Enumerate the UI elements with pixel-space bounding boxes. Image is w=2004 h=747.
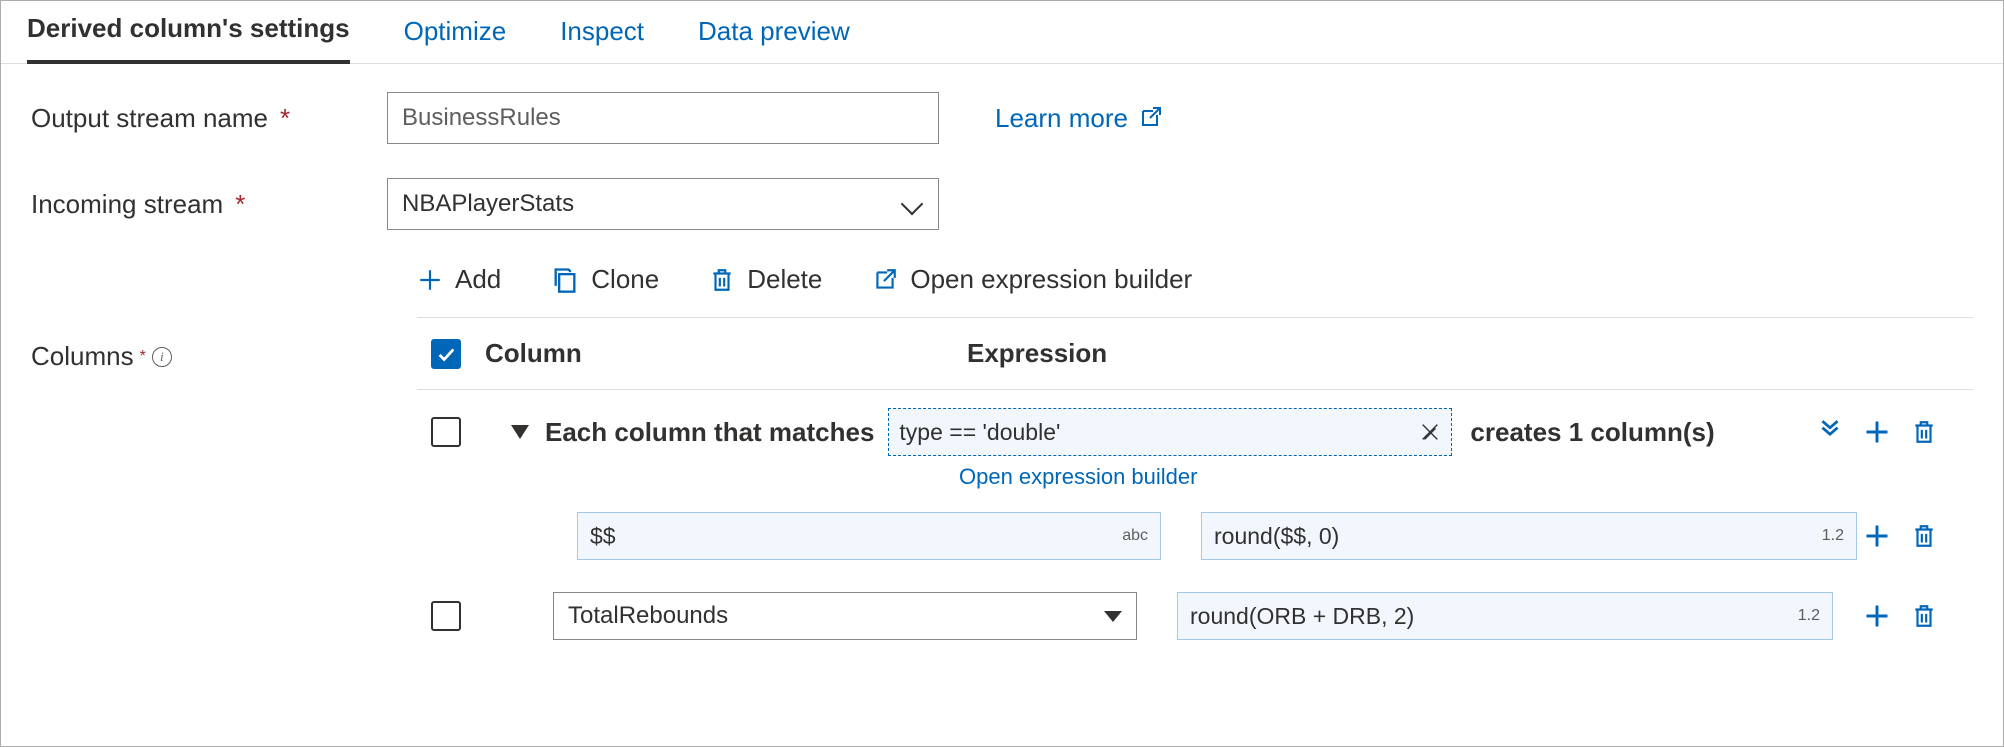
- pattern-column-name-input[interactable]: $$ abc: [577, 512, 1161, 560]
- expression-icon: [1419, 421, 1441, 443]
- tab-inspect[interactable]: Inspect: [560, 4, 644, 63]
- pattern-subrow-expression-value: round($$, 0): [1214, 523, 1339, 550]
- incoming-stream-select[interactable]: NBAPlayerStats: [387, 178, 939, 230]
- trash-icon[interactable]: [1911, 522, 1937, 550]
- output-stream-input[interactable]: [387, 92, 939, 144]
- columns-toolbar: Add Clone Delete Open expression builder: [417, 264, 1973, 295]
- type-hint-abc: abc: [1122, 527, 1148, 545]
- pattern-row: Each column that matches type == 'double…: [417, 390, 1973, 464]
- column-name-value: TotalRebounds: [568, 602, 728, 630]
- pattern-prefix: Each column that matches: [545, 417, 874, 448]
- row-expression-value: round(ORB + DRB, 2): [1190, 603, 1414, 630]
- label-output-stream: Output stream name *: [31, 103, 387, 134]
- add-button[interactable]: Add: [417, 264, 501, 295]
- column-row: TotalRebounds round(ORB + DRB, 2) 1.2: [417, 568, 1973, 640]
- tab-optimize[interactable]: Optimize: [404, 4, 507, 63]
- pattern-subrow: $$ abc round($$, 0) 1.2: [417, 504, 1973, 568]
- label-columns: Columns * i: [31, 341, 172, 372]
- row-checkbox[interactable]: [431, 417, 461, 447]
- row-output-stream: Output stream name * Learn more: [31, 92, 1973, 144]
- header-expression: Expression: [967, 338, 1107, 369]
- type-hint-num: 1.2: [1798, 607, 1820, 625]
- select-all-checkbox[interactable]: [431, 339, 461, 369]
- info-icon[interactable]: i: [152, 347, 172, 367]
- pattern-subrow-expression-input[interactable]: round($$, 0) 1.2: [1201, 512, 1857, 560]
- pattern-expression-input[interactable]: type == 'double': [888, 408, 1452, 456]
- row-actions: [1817, 418, 1973, 446]
- plus-icon: [417, 267, 443, 293]
- open-expression-builder-link[interactable]: Open expression builder: [959, 464, 1973, 490]
- label-incoming-stream-text: Incoming stream: [31, 189, 223, 220]
- checkmark-icon: [435, 343, 457, 365]
- plus-icon[interactable]: [1863, 418, 1891, 446]
- tab-data-preview[interactable]: Data preview: [698, 4, 850, 63]
- pattern-expression-value: type == 'double': [899, 419, 1060, 446]
- copy-icon: [551, 266, 579, 294]
- delete-button[interactable]: Delete: [709, 264, 822, 295]
- pattern-column-name-value: $$: [590, 523, 616, 550]
- columns-table: Column Expression Each column that match…: [417, 317, 1973, 640]
- row-actions: [1863, 522, 1973, 550]
- label-output-stream-text: Output stream name: [31, 103, 268, 134]
- learn-more-link[interactable]: Learn more: [995, 103, 1162, 134]
- plus-icon[interactable]: [1863, 602, 1891, 630]
- open-builder-button[interactable]: Open expression builder: [872, 264, 1192, 295]
- pattern-suffix: creates 1 column(s): [1470, 417, 1714, 448]
- caret-down-icon: [1104, 611, 1122, 622]
- plus-icon[interactable]: [1863, 522, 1891, 550]
- expand-caret-icon[interactable]: [511, 425, 529, 439]
- external-link-icon: [1138, 106, 1162, 130]
- add-label: Add: [455, 264, 501, 295]
- required-mark: *: [280, 103, 290, 134]
- column-name-select[interactable]: TotalRebounds: [553, 592, 1137, 640]
- learn-more-text: Learn more: [995, 103, 1128, 134]
- trash-icon[interactable]: [1911, 602, 1937, 630]
- row-incoming-stream: Incoming stream * NBAPlayerStats: [31, 178, 1973, 230]
- incoming-stream-value: NBAPlayerStats: [402, 190, 574, 218]
- header-column: Column: [485, 338, 967, 369]
- tab-settings[interactable]: Derived column's settings: [27, 1, 350, 64]
- label-columns-text: Columns: [31, 341, 134, 372]
- double-chevron-icon[interactable]: [1817, 419, 1843, 445]
- type-hint-num: 1.2: [1822, 527, 1844, 545]
- required-mark: *: [235, 189, 245, 220]
- form-area: Output stream name * Learn more Incoming…: [1, 64, 2003, 640]
- trash-icon[interactable]: [1911, 418, 1937, 446]
- row-checkbox[interactable]: [431, 601, 461, 631]
- external-link-icon: [872, 267, 898, 293]
- label-incoming-stream: Incoming stream *: [31, 189, 387, 220]
- delete-label: Delete: [747, 264, 822, 295]
- trash-icon: [709, 266, 735, 294]
- table-header: Column Expression: [417, 318, 1973, 390]
- clone-button[interactable]: Clone: [551, 264, 659, 295]
- open-builder-label: Open expression builder: [910, 264, 1192, 295]
- required-mark: *: [140, 348, 146, 366]
- row-expression-input[interactable]: round(ORB + DRB, 2) 1.2: [1177, 592, 1833, 640]
- clone-label: Clone: [591, 264, 659, 295]
- tabs-bar: Derived column's settings Optimize Inspe…: [1, 1, 2003, 64]
- chevron-down-icon: [906, 199, 924, 210]
- row-actions: [1863, 602, 1973, 630]
